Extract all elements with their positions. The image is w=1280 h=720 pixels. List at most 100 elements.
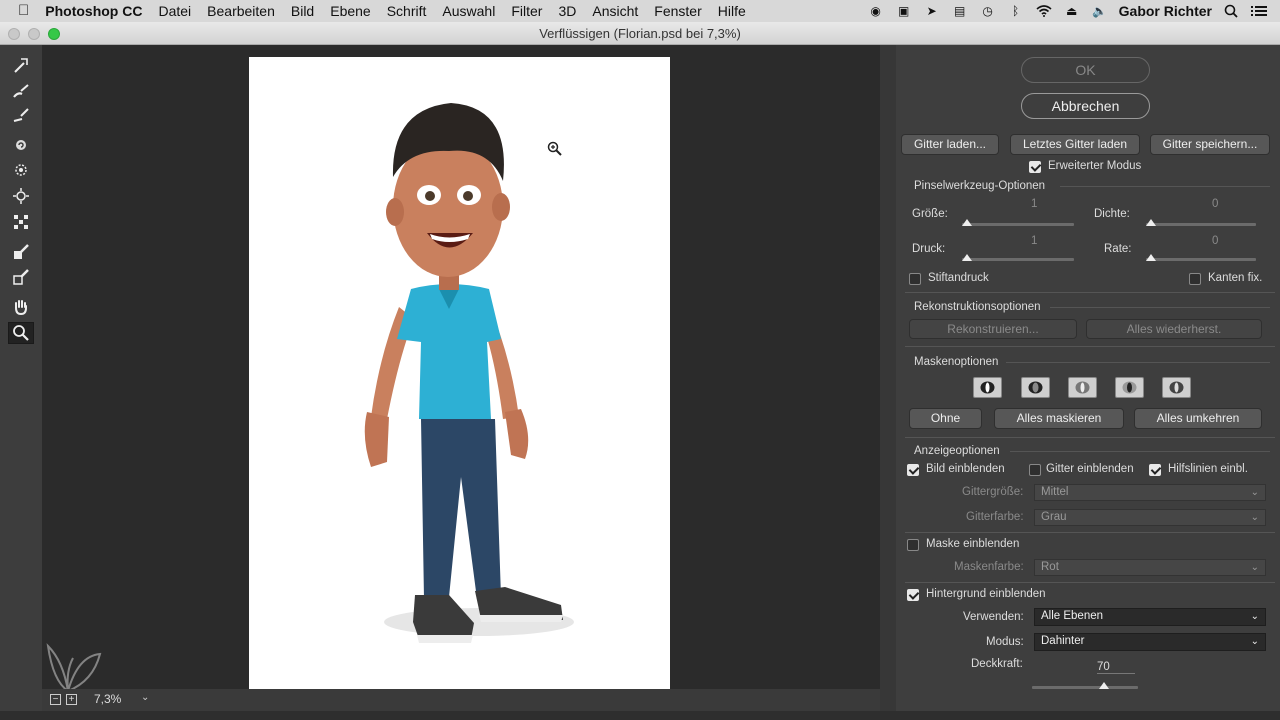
restore-all-button[interactable]: Alles wiederherst.: [1086, 319, 1262, 339]
menu-bild[interactable]: Bild: [283, 0, 322, 22]
bloat-tool-icon[interactable]: [8, 185, 34, 207]
rate-slider-track[interactable]: [1146, 258, 1256, 261]
mode-select[interactable]: Dahinter ⌄: [1034, 633, 1266, 651]
opacity-slider-track[interactable]: [1032, 686, 1138, 689]
twirl-tool-icon[interactable]: [8, 134, 34, 156]
pucker-tool-icon[interactable]: [8, 159, 34, 181]
mask-add-icon[interactable]: [1021, 377, 1050, 398]
pressure-value[interactable]: 1: [1031, 235, 1037, 247]
record-icon[interactable]: ◉: [867, 4, 885, 18]
opacity-value[interactable]: 70: [1097, 661, 1135, 674]
close-button[interactable]: [8, 28, 20, 40]
menu-ebene[interactable]: Ebene: [322, 0, 378, 22]
ok-button[interactable]: OK: [1021, 57, 1150, 83]
screen-icon[interactable]: ▤: [951, 4, 969, 18]
divider: [905, 437, 1275, 438]
menu-datei[interactable]: Datei: [150, 0, 199, 22]
opacity-slider-thumb[interactable]: [1099, 682, 1110, 689]
divider: [905, 582, 1275, 583]
invert-all-button[interactable]: Alles umkehren: [1134, 408, 1262, 429]
stylus-pressure-checkbox[interactable]: [909, 273, 921, 285]
save-mesh-button[interactable]: Gitter speichern...: [1150, 134, 1270, 155]
density-value[interactable]: 0: [1212, 198, 1218, 210]
zoom-button[interactable]: [48, 28, 60, 40]
menu-3d[interactable]: 3D: [550, 0, 584, 22]
mode-value: Dahinter: [1041, 635, 1085, 647]
brush-options-heading: Pinselwerkzeug-Optionen: [914, 180, 1046, 192]
minimize-button[interactable]: [28, 28, 40, 40]
menu-bearbeiten[interactable]: Bearbeiten: [199, 0, 283, 22]
freeze-mask-tool-icon[interactable]: [8, 241, 34, 263]
size-slider-thumb[interactable]: [962, 219, 972, 226]
zoom-in-button[interactable]: +: [66, 694, 77, 705]
menu-ansicht[interactable]: Ansicht: [584, 0, 646, 22]
forward-warp-tool-icon[interactable]: [8, 54, 34, 76]
push-left-tool-icon[interactable]: [8, 211, 34, 233]
density-slider-track[interactable]: [1146, 223, 1256, 226]
pressure-slider-thumb[interactable]: [962, 254, 972, 261]
zoom-dropdown-icon[interactable]: ⌄: [141, 692, 149, 703]
cancel-button[interactable]: Abbrechen: [1021, 93, 1150, 119]
zoom-cursor-icon: [547, 141, 563, 160]
zoom-tool-icon[interactable]: [8, 322, 34, 344]
show-mask-checkbox[interactable]: [907, 539, 919, 551]
menu-schrift[interactable]: Schrift: [379, 0, 435, 22]
search-icon[interactable]: [1222, 4, 1240, 18]
show-image-label: Bild einblenden: [926, 463, 1005, 475]
menu-fenster[interactable]: Fenster: [646, 0, 709, 22]
menu-auswahl[interactable]: Auswahl: [434, 0, 503, 22]
menu-bar:  Photoshop CC Datei Bearbeiten Bild Ebe…: [0, 0, 1280, 22]
mask-invert-icon[interactable]: [1162, 377, 1191, 398]
size-slider-track[interactable]: [962, 223, 1074, 226]
reconstruct-button[interactable]: Rekonstruieren...: [909, 319, 1077, 339]
mesh-color-select[interactable]: Grau ⌄: [1034, 509, 1266, 526]
pressure-slider-track[interactable]: [962, 258, 1074, 261]
zoom-level[interactable]: 7,3%: [94, 692, 121, 706]
size-label: Größe:: [912, 208, 948, 220]
camera-icon[interactable]: ▣: [895, 4, 913, 18]
volume-icon[interactable]: 🔈: [1091, 4, 1109, 18]
document-canvas[interactable]: [249, 57, 670, 689]
time-machine-icon[interactable]: ◷: [979, 4, 997, 18]
rate-slider-thumb[interactable]: [1146, 254, 1156, 261]
load-mesh-button[interactable]: Gitter laden...: [901, 134, 999, 155]
mask-none-button[interactable]: Ohne: [909, 408, 982, 429]
show-backdrop-checkbox[interactable]: [907, 589, 919, 601]
send-icon[interactable]: ➤: [923, 4, 941, 18]
menu-filter[interactable]: Filter: [503, 0, 550, 22]
view-options-heading: Anzeigeoptionen: [914, 445, 1000, 457]
show-image-checkbox[interactable]: [907, 464, 919, 476]
mesh-size-select[interactable]: Mittel ⌄: [1034, 484, 1266, 501]
mask-subtract-icon[interactable]: [1068, 377, 1097, 398]
menu-hilfe[interactable]: Hilfe: [710, 0, 754, 22]
user-name[interactable]: Gabor Richter: [1119, 3, 1212, 19]
eject-icon[interactable]: ⏏: [1063, 4, 1081, 18]
mask-replace-icon[interactable]: [973, 377, 1002, 398]
bluetooth-icon[interactable]: ᛒ: [1007, 4, 1025, 18]
thaw-mask-tool-icon[interactable]: [8, 266, 34, 288]
show-mesh-checkbox[interactable]: [1029, 464, 1041, 476]
cartoon-figure-image: [364, 103, 574, 643]
size-value[interactable]: 1: [1031, 198, 1037, 210]
apple-icon[interactable]: : [0, 0, 37, 22]
list-icon[interactable]: [1250, 4, 1268, 18]
mask-intersect-icon[interactable]: [1115, 377, 1144, 398]
pin-edges-checkbox[interactable]: [1189, 273, 1201, 285]
divider: [1050, 307, 1270, 308]
smooth-tool-icon[interactable]: [8, 104, 34, 126]
hand-tool-icon[interactable]: [8, 296, 34, 318]
density-slider-thumb[interactable]: [1146, 219, 1156, 226]
mesh-color-value: Grau: [1041, 511, 1067, 523]
load-last-mesh-button[interactable]: Letztes Gitter laden: [1010, 134, 1140, 155]
use-select[interactable]: Alle Ebenen ⌄: [1034, 608, 1266, 626]
mask-color-select[interactable]: Rot ⌄: [1034, 559, 1266, 576]
show-guides-checkbox[interactable]: [1149, 464, 1161, 476]
wifi-icon[interactable]: [1035, 4, 1053, 18]
advanced-mode-checkbox[interactable]: [1029, 161, 1041, 173]
opacity-label: Deckkraft:: [971, 658, 1023, 670]
mask-all-button[interactable]: Alles maskieren: [994, 408, 1124, 429]
reconstruct-tool-icon[interactable]: [8, 80, 34, 102]
rate-value[interactable]: 0: [1212, 235, 1218, 247]
menu-app-name[interactable]: Photoshop CC: [37, 0, 150, 22]
zoom-out-button[interactable]: −: [50, 694, 61, 705]
